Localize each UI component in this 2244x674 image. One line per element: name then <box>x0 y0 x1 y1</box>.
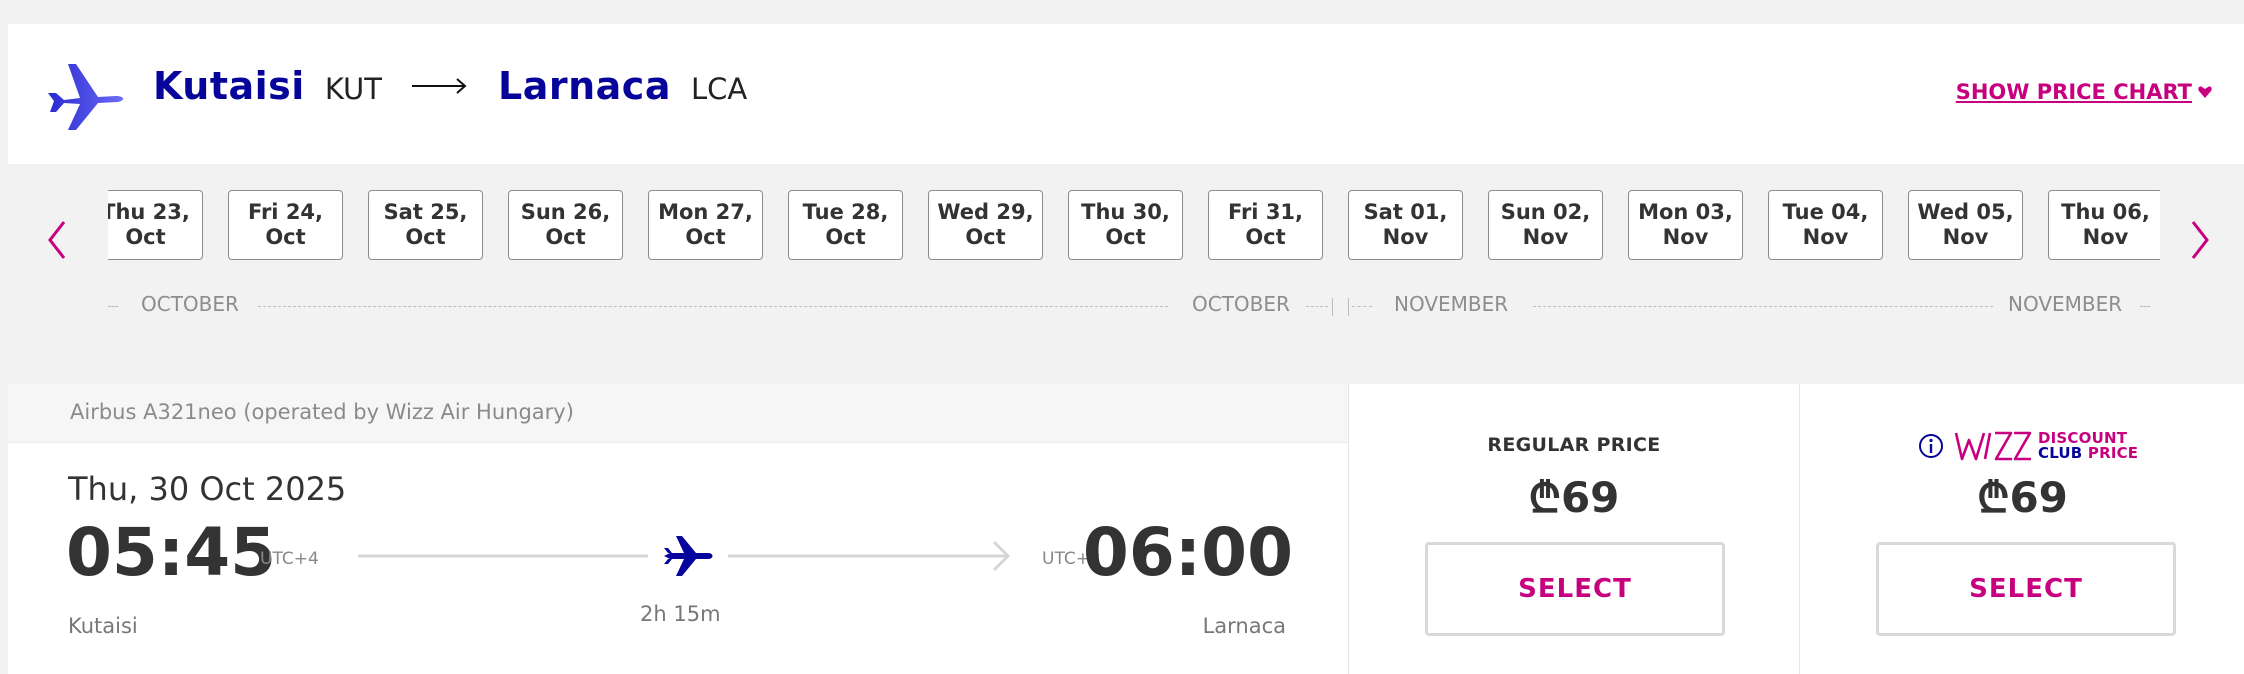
date-day: Tue 28, <box>802 200 889 224</box>
date-button[interactable]: Thu 30, Oct <box>1068 190 1183 260</box>
info-icon[interactable] <box>1918 433 1944 459</box>
route-header: Kutaisi KUT Larnaca LCA SHOW PRICE CHART <box>8 24 2244 164</box>
club-price-header: DISCOUNT CLUB PRICE <box>1918 428 2138 464</box>
date-day: Sun 02, <box>1500 200 1591 224</box>
date-month: Nov <box>2082 225 2129 249</box>
date-month: Nov <box>1802 225 1849 249</box>
departure-time: 05:45 <box>66 514 277 591</box>
date-month: Oct <box>405 225 446 249</box>
date-month: Oct <box>1245 225 1286 249</box>
select-club-button[interactable]: SELECT <box>1876 542 2176 636</box>
origin-code: KUT <box>324 72 382 106</box>
date-day: Sat 01, <box>1363 200 1448 224</box>
date-day: Thu 23, <box>108 200 190 224</box>
date-button[interactable]: Sat 01, Nov <box>1348 190 1463 260</box>
date-day: Mon 27, <box>658 200 753 224</box>
date-month: Oct <box>685 225 726 249</box>
chevron-left-icon[interactable] <box>42 216 72 264</box>
date-month: Oct <box>125 225 166 249</box>
date-button[interactable]: Mon 27, Oct <box>648 190 763 260</box>
date-month: Nov <box>1522 225 1569 249</box>
date-day: Fri 31, <box>1227 200 1304 224</box>
route-arrow-icon <box>412 78 467 94</box>
month-label: NOVEMBER <box>1394 292 1509 316</box>
date-day: Tue 04, <box>1782 200 1869 224</box>
flight-path-icon <box>358 536 1011 576</box>
regular-price-value: ₾69 <box>1528 473 1620 522</box>
select-regular-button[interactable]: SELECT <box>1425 542 1725 636</box>
regular-price-label: REGULAR PRICE <box>1487 434 1661 456</box>
date-day: Sat 25, <box>383 200 468 224</box>
flight-date: Thu, 30 Oct 2025 <box>68 470 347 508</box>
club-price-value: ₾69 <box>1977 473 2068 522</box>
dest-code: LCA <box>690 72 748 106</box>
wizz-logo-icon <box>1954 431 2032 461</box>
month-label: OCTOBER <box>141 292 239 316</box>
date-day: Wed 05, <box>1917 200 2014 224</box>
date-day: Wed 29, <box>937 200 1034 224</box>
dest-city: Larnaca <box>498 64 671 108</box>
date-selector: Thu 23, Oct Fri 24, Oct Sat 25, Oct Sun 26, Oct… <box>8 164 2244 384</box>
club-price-text: DISCOUNT CLUB PRICE <box>2038 431 2138 461</box>
date-button[interactable]: Wed 29, Oct <box>928 190 1043 260</box>
date-list: Thu 23, Oct Fri 24, Oct Sat 25, Oct Sun 26, Oct… <box>108 190 2160 266</box>
airplane-icon <box>48 64 124 130</box>
date-button[interactable]: Mon 03, Nov <box>1628 190 1743 260</box>
club-line-2a: CLUB <box>2038 444 2088 462</box>
heart-caret-icon <box>2198 86 2212 98</box>
date-button[interactable]: Tue 28, Oct <box>788 190 903 260</box>
date-button[interactable]: Thu 06, Nov <box>2048 190 2160 260</box>
regular-price-box: REGULAR PRICE ₾69 SELECT <box>1348 384 1799 674</box>
date-button[interactable]: Sun 02, Nov <box>1488 190 1603 260</box>
chevron-right-icon[interactable] <box>2185 216 2215 264</box>
show-price-chart-link[interactable]: SHOW PRICE CHART <box>1956 80 2212 104</box>
arrival-time: 06:00 <box>1082 514 1293 591</box>
departure-city: Kutaisi <box>68 614 138 638</box>
date-month: Oct <box>545 225 586 249</box>
origin-city: Kutaisi <box>153 64 305 108</box>
aircraft-info-bar: Airbus A321neo (operated by Wizz Air Hun… <box>8 384 1348 443</box>
date-month: Nov <box>1382 225 1429 249</box>
date-day: Thu 30, <box>1081 200 1170 224</box>
date-day: Mon 03, <box>1638 200 1733 224</box>
date-button[interactable]: Fri 24, Oct <box>228 190 343 260</box>
date-month: Oct <box>265 225 306 249</box>
flight-card: Airbus A321neo (operated by Wizz Air Hun… <box>8 384 1348 674</box>
club-line-2b: PRICE <box>2087 444 2139 462</box>
month-label: OCTOBER <box>1192 292 1290 316</box>
club-price-box: DISCOUNT CLUB PRICE ₾69 SELECT <box>1799 384 2244 674</box>
month-label: NOVEMBER <box>2008 292 2123 316</box>
date-button[interactable]: Fri 31, Oct <box>1208 190 1323 260</box>
month-timeline: OCTOBER OCTOBER NOVEMBER NOVEMBER <box>108 292 2160 322</box>
date-button[interactable]: Thu 23, Oct <box>108 190 203 260</box>
date-button[interactable]: Tue 04, Nov <box>1768 190 1883 260</box>
date-month: Nov <box>1662 225 1709 249</box>
show-price-chart-label: SHOW PRICE CHART <box>1955 80 2192 104</box>
date-button[interactable]: Wed 05, Nov <box>1908 190 2023 260</box>
date-button[interactable]: Sun 26, Oct <box>508 190 623 260</box>
date-day: Thu 06, <box>2061 200 2150 224</box>
aircraft-text: Airbus A321neo (operated by Wizz Air Hun… <box>70 400 574 424</box>
route-summary: Kutaisi KUT Larnaca LCA <box>153 64 747 108</box>
date-month: Oct <box>1105 225 1146 249</box>
date-day: Sun 26, <box>520 200 611 224</box>
arrival-city: Larnaca <box>1202 614 1286 638</box>
date-day: Fri 24, <box>247 200 324 224</box>
departure-timezone: UTC+4 <box>260 549 319 569</box>
date-month: Nov <box>1942 225 1989 249</box>
wizz-discount-club-logo: DISCOUNT CLUB PRICE <box>1954 428 2138 464</box>
date-month: Oct <box>965 225 1006 249</box>
date-month: Oct <box>825 225 866 249</box>
flight-duration: 2h 15m <box>640 602 721 626</box>
date-button[interactable]: Sat 25, Oct <box>368 190 483 260</box>
